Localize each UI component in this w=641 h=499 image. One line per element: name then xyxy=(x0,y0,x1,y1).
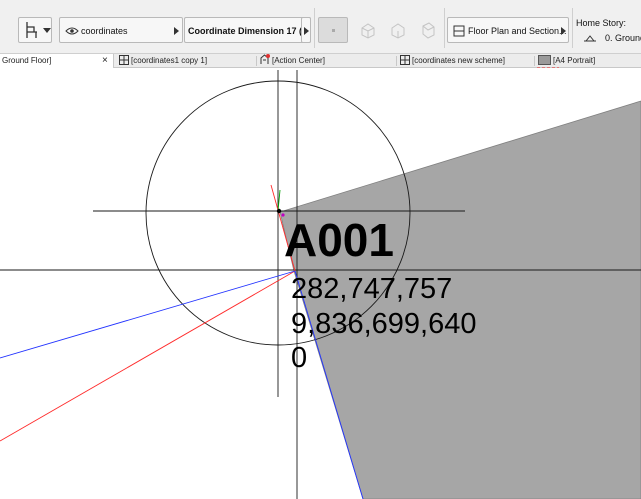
dimension-label-line-1: 282,747,757 xyxy=(291,273,453,305)
chevron-right-icon xyxy=(561,27,566,35)
red-line-lower xyxy=(0,270,296,442)
tool-name-field[interactable]: Coordinate Dimension 17 (1) xyxy=(184,17,311,43)
home-story-label: Home Story: xyxy=(576,18,627,28)
tool-next-button[interactable] xyxy=(301,17,311,43)
box-rotate-icon xyxy=(361,23,375,39)
chevron-down-icon xyxy=(43,28,51,33)
dimension-label-line-2: 9,836,699,640 xyxy=(291,308,477,340)
blue-line-left xyxy=(0,270,296,359)
floor-plan-icon xyxy=(119,55,129,65)
tab-coordinates-new-scheme[interactable]: [coordinates new scheme] xyxy=(398,54,505,68)
toolbar-separator xyxy=(444,8,445,48)
chevron-right-icon xyxy=(174,27,179,35)
dimension-label-id[interactable]: A001 xyxy=(284,217,394,263)
vertical-button[interactable] xyxy=(414,17,442,43)
tab-label: [coordinates1 copy 1] xyxy=(131,56,208,65)
geometry-method-button[interactable] xyxy=(318,17,348,43)
elevate-button[interactable] xyxy=(384,17,412,43)
info-box: coordinates Coordinate Dimension 17 (1) xyxy=(0,0,641,54)
toolbar-separator xyxy=(314,8,315,48)
drawing-canvas[interactable]: A001 282,747,757 9,836,699,640 0 xyxy=(0,69,641,499)
rotate-button[interactable] xyxy=(354,17,382,43)
tool-name-label: Coordinate Dimension 17 (1) xyxy=(188,26,311,36)
tab-separator xyxy=(534,56,535,66)
chevron-right-icon xyxy=(304,27,309,35)
view-tab-bar: Ground Floor] × [coordinates1 copy 1] [A… xyxy=(0,54,641,68)
story-icon xyxy=(584,35,596,42)
tab-label: Ground Floor] xyxy=(2,56,52,65)
origin-point[interactable] xyxy=(276,208,282,214)
element-settings-button[interactable] xyxy=(18,17,52,43)
layer-combination-value: coordinates xyxy=(81,26,128,36)
tab-label: [A4 Portrait] xyxy=(553,56,596,65)
box-elevate-icon xyxy=(391,23,405,39)
action-center-icon xyxy=(260,54,270,64)
dot-icon xyxy=(332,29,335,32)
view-settings-dropdown[interactable]: Floor Plan and Section... xyxy=(447,17,569,43)
toolbar-separator xyxy=(572,8,573,48)
layout-icon xyxy=(538,55,551,65)
close-icon[interactable]: × xyxy=(102,54,108,67)
tab-label: [coordinates new scheme] xyxy=(412,56,505,65)
home-story-value[interactable]: 0. Ground xyxy=(605,33,641,43)
layer-combination-dropdown[interactable]: coordinates xyxy=(59,17,183,43)
eye-icon xyxy=(65,27,79,35)
box-vertical-icon xyxy=(422,22,435,39)
floor-plan-section-icon xyxy=(453,25,465,37)
tab-action-center[interactable]: [Action Center] xyxy=(257,54,325,68)
chair-icon xyxy=(26,22,37,38)
tab-coordinates1-copy-1[interactable]: [coordinates1 copy 1] xyxy=(117,54,207,68)
view-settings-value: Floor Plan and Section... xyxy=(468,26,567,36)
floor-plan-icon xyxy=(400,55,410,65)
dimension-label-line-3: 0 xyxy=(291,342,308,374)
tab-label: [Action Center] xyxy=(272,56,325,65)
tab-separator xyxy=(396,56,397,66)
tab-ground-floor[interactable]: Ground Floor] xyxy=(0,54,114,68)
